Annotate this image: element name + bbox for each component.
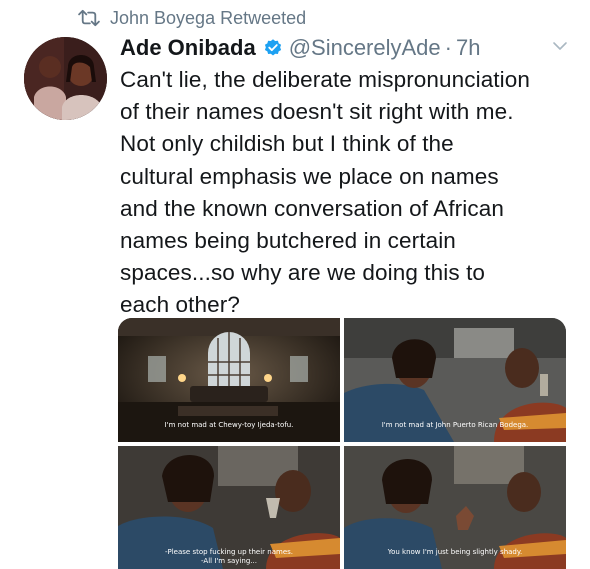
caption-line: I'm not mad at Chewy-toy Ijeda-tofu.	[164, 421, 294, 429]
tweet-line: cultural emphasis we place on names	[120, 163, 499, 189]
caption-line: You know I'm just being slightly shady.	[387, 548, 523, 556]
tweet-line: each other?	[120, 292, 240, 318]
media-grid: I'm not mad at Chewy-toy Ijeda-tofu. I'm…	[118, 318, 566, 569]
tweet-text: Can't lie, the deliberate mispronunciati…	[120, 64, 575, 322]
avatar[interactable]	[24, 37, 107, 120]
tweet-header: Ade Onibada @SincerelyAde · 7h	[120, 34, 570, 62]
author-name[interactable]: Ade Onibada	[120, 35, 256, 61]
caption-line: I'm not mad at John Puerto Rican Bodega.	[381, 421, 529, 429]
media-image-2[interactable]: I'm not mad at John Puerto Rican Bodega.	[344, 318, 566, 442]
media-image-1[interactable]: I'm not mad at Chewy-toy Ijeda-tofu.	[118, 318, 340, 442]
subtitle-caption: I'm not mad at Chewy-toy Ijeda-tofu.	[118, 421, 340, 430]
media-image-3[interactable]: -Please stop fucking up their names. -Al…	[118, 446, 340, 569]
caption-line: -All I'm saying...	[201, 557, 257, 565]
tweet-line: and the known conversation of African	[120, 195, 504, 221]
avatar-photo	[24, 37, 107, 120]
subtitle-caption: You know I'm just being slightly shady.	[344, 548, 566, 557]
subtitle-caption: I'm not mad at John Puerto Rican Bodega.	[344, 421, 566, 430]
tweet-line: names being butchered in certain	[120, 228, 456, 254]
author-handle[interactable]: @SincerelyAde	[289, 35, 441, 61]
separator-dot: ·	[444, 35, 452, 60]
retweet-icon	[78, 9, 100, 27]
retweet-label: John Boyega Retweeted	[110, 7, 307, 28]
tweet-timestamp[interactable]: 7h	[456, 35, 480, 61]
caption-line: -Please stop fucking up their names.	[164, 548, 294, 556]
chevron-down-icon[interactable]	[552, 40, 568, 52]
media-image-4[interactable]: You know I'm just being slightly shady.	[344, 446, 566, 569]
tweet-line: Can't lie, the deliberate mispronunciati…	[120, 67, 530, 92]
tweet-line: of their names doesn't sit right with me…	[120, 99, 514, 125]
retweet-context[interactable]: John Boyega Retweeted	[78, 6, 306, 30]
subtitle-caption: -Please stop fucking up their names. -Al…	[118, 548, 340, 566]
tweet-line: Not only childish but I think of the	[120, 131, 454, 157]
verified-badge-icon	[264, 39, 281, 56]
tweet-line: spaces...so why are we doing this to	[120, 260, 486, 286]
